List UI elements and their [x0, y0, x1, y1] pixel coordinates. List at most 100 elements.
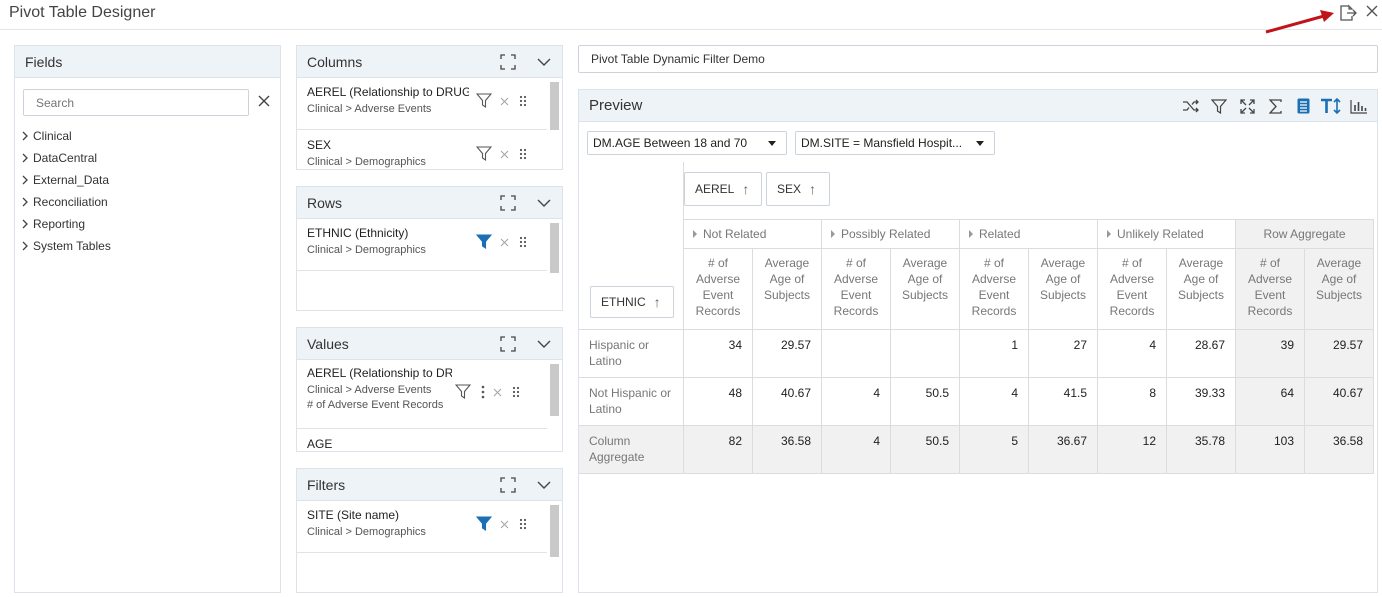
- age-filter-dropdown[interactable]: DM.AGE Between 18 and 70: [587, 131, 787, 155]
- filter-icon[interactable]: [475, 93, 493, 111]
- expand-icon[interactable]: [490, 46, 526, 78]
- row-chip-ethnic[interactable]: ETHNIC ↑: [590, 286, 674, 318]
- tree-item-reporting[interactable]: Reporting: [21, 215, 85, 233]
- column-field-aerel[interactable]: AEREL (Relationship to DRUG_ Clinical > …: [297, 78, 547, 130]
- text-line: Hispanic or: [589, 338, 650, 352]
- tree-item-datacentral[interactable]: DataCentral: [21, 149, 97, 167]
- site-filter-dropdown[interactable]: DM.SITE = Mansfield Hospit...: [795, 131, 995, 155]
- shuffle-icon[interactable]: [1177, 90, 1205, 122]
- text-line: # of: [845, 256, 866, 270]
- column-chip-aerel[interactable]: AEREL ↑: [684, 172, 762, 206]
- remove-icon[interactable]: [500, 518, 509, 532]
- expand-icon[interactable]: [490, 469, 526, 501]
- scrollbar[interactable]: [550, 82, 559, 130]
- data-cell: 29.57: [1305, 330, 1374, 378]
- remove-icon[interactable]: [500, 236, 509, 250]
- data-cell: 50.5: [891, 426, 960, 474]
- expand-icon[interactable]: [490, 328, 526, 360]
- tree-item-label: External_Data: [33, 173, 110, 187]
- text-line: Event: [1254, 288, 1286, 302]
- chevron-right-icon: [22, 197, 28, 207]
- column-group-header[interactable]: Related: [960, 219, 1098, 249]
- value-field-age[interactable]: AGE: [297, 430, 547, 451]
- column-group-header[interactable]: Not Related: [684, 219, 822, 249]
- more-options-icon[interactable]: [481, 385, 485, 402]
- data-cell: 48: [684, 378, 753, 426]
- drag-handle-icon[interactable]: [519, 148, 527, 163]
- pivot-title-input[interactable]: [578, 45, 1378, 73]
- filter-icon[interactable]: [454, 384, 472, 402]
- column-group-header: Row Aggregate: [1236, 219, 1374, 249]
- chevron-down-icon[interactable]: [526, 46, 562, 78]
- data-cell: 28.67: [1167, 330, 1236, 378]
- drag-handle-icon[interactable]: [512, 386, 520, 401]
- remove-icon[interactable]: [493, 386, 502, 400]
- data-cell: 27: [1029, 330, 1098, 378]
- chevron-down-icon[interactable]: [526, 328, 562, 360]
- filter-active-icon[interactable]: [475, 516, 493, 534]
- expand-triangle-icon[interactable]: [831, 230, 835, 238]
- row-field-ethnic[interactable]: ETHNIC (Ethnicity) Clinical > Demographi…: [297, 219, 547, 271]
- filter-active-icon[interactable]: [475, 234, 493, 252]
- data-cell: 41.5: [1029, 378, 1098, 426]
- tree-item-external-data[interactable]: External_Data: [21, 171, 109, 189]
- text-line: Age of: [1321, 272, 1357, 286]
- filters-panel: Filters SITE (Site name) Clinical > Demo…: [296, 468, 563, 593]
- drag-handle-icon[interactable]: [519, 518, 527, 533]
- field-name: AEREL (Relationship to DRUG_: [307, 85, 469, 99]
- text-line: Aggregate: [589, 450, 645, 464]
- group-label: Not Related: [703, 227, 767, 241]
- measure-header: # of Adverse Event Records: [1098, 249, 1167, 330]
- table-view-icon[interactable]: [1289, 90, 1317, 122]
- export-icon[interactable]: [1338, 4, 1360, 24]
- remove-icon[interactable]: [500, 148, 509, 162]
- tree-item-reconciliation[interactable]: Reconciliation: [21, 193, 108, 211]
- text-line: Subjects: [1315, 288, 1363, 302]
- sum-icon[interactable]: [1261, 90, 1289, 122]
- sort-arrow-icon[interactable]: ↑: [654, 294, 661, 310]
- clear-search-icon[interactable]: [258, 95, 272, 109]
- drag-handle-icon[interactable]: [519, 95, 527, 110]
- close-icon[interactable]: [1366, 5, 1380, 23]
- sort-arrow-icon[interactable]: ↑: [809, 181, 816, 197]
- remove-icon[interactable]: [500, 95, 509, 109]
- filter-icon[interactable]: [475, 146, 493, 164]
- sort-text-icon[interactable]: [1317, 90, 1345, 122]
- column-group-header[interactable]: Unlikely Related: [1098, 219, 1236, 249]
- fields-search-input[interactable]: [23, 89, 249, 116]
- chevron-right-icon: [22, 153, 28, 163]
- tree-item-system-tables[interactable]: System Tables: [21, 237, 111, 255]
- scrollbar[interactable]: [550, 364, 559, 416]
- filter-icon[interactable]: [1205, 90, 1233, 122]
- filter-field-site[interactable]: SITE (Site name) Clinical > Demographics: [297, 501, 547, 553]
- expand-triangle-icon[interactable]: [693, 230, 697, 238]
- expand-icon[interactable]: [490, 187, 526, 219]
- text-line: Adverse: [833, 272, 879, 286]
- values-panel-header: Values: [297, 328, 562, 360]
- measure-header: # of Adverse Event Records: [1236, 249, 1305, 330]
- chevron-down-icon[interactable]: [526, 187, 562, 219]
- column-field-sex[interactable]: SEX Clinical > Demographics: [297, 131, 547, 169]
- field-name: AEREL (Relationship to DR: [307, 366, 452, 380]
- tree-item-clinical[interactable]: Clinical: [21, 127, 72, 145]
- column-group-header[interactable]: Possibly Related: [822, 219, 960, 249]
- text-line: Records: [833, 304, 879, 318]
- chevron-down-icon[interactable]: [526, 469, 562, 501]
- drag-handle-icon[interactable]: [519, 236, 527, 251]
- columns-panel-header: Columns: [297, 46, 562, 78]
- row-header: Column Aggregate: [579, 426, 684, 474]
- value-field-aerel[interactable]: AEREL (Relationship to DR Clinical > Adv…: [297, 360, 547, 429]
- expand-triangle-icon[interactable]: [969, 230, 973, 238]
- scrollbar[interactable]: [550, 223, 559, 273]
- chart-icon[interactable]: [1345, 90, 1373, 122]
- fullscreen-icon[interactable]: [1233, 90, 1261, 122]
- app-title: Pivot Table Designer: [9, 4, 156, 21]
- caret-down-icon: [976, 141, 984, 146]
- expand-triangle-icon[interactable]: [1107, 230, 1111, 238]
- text-line: Latino: [589, 354, 622, 368]
- tree-item-label: Reconciliation: [33, 195, 108, 209]
- scrollbar[interactable]: [550, 505, 559, 557]
- column-chip-sex[interactable]: SEX ↑: [766, 172, 830, 206]
- sort-arrow-icon[interactable]: ↑: [742, 181, 749, 197]
- text-line: Records: [1247, 304, 1293, 318]
